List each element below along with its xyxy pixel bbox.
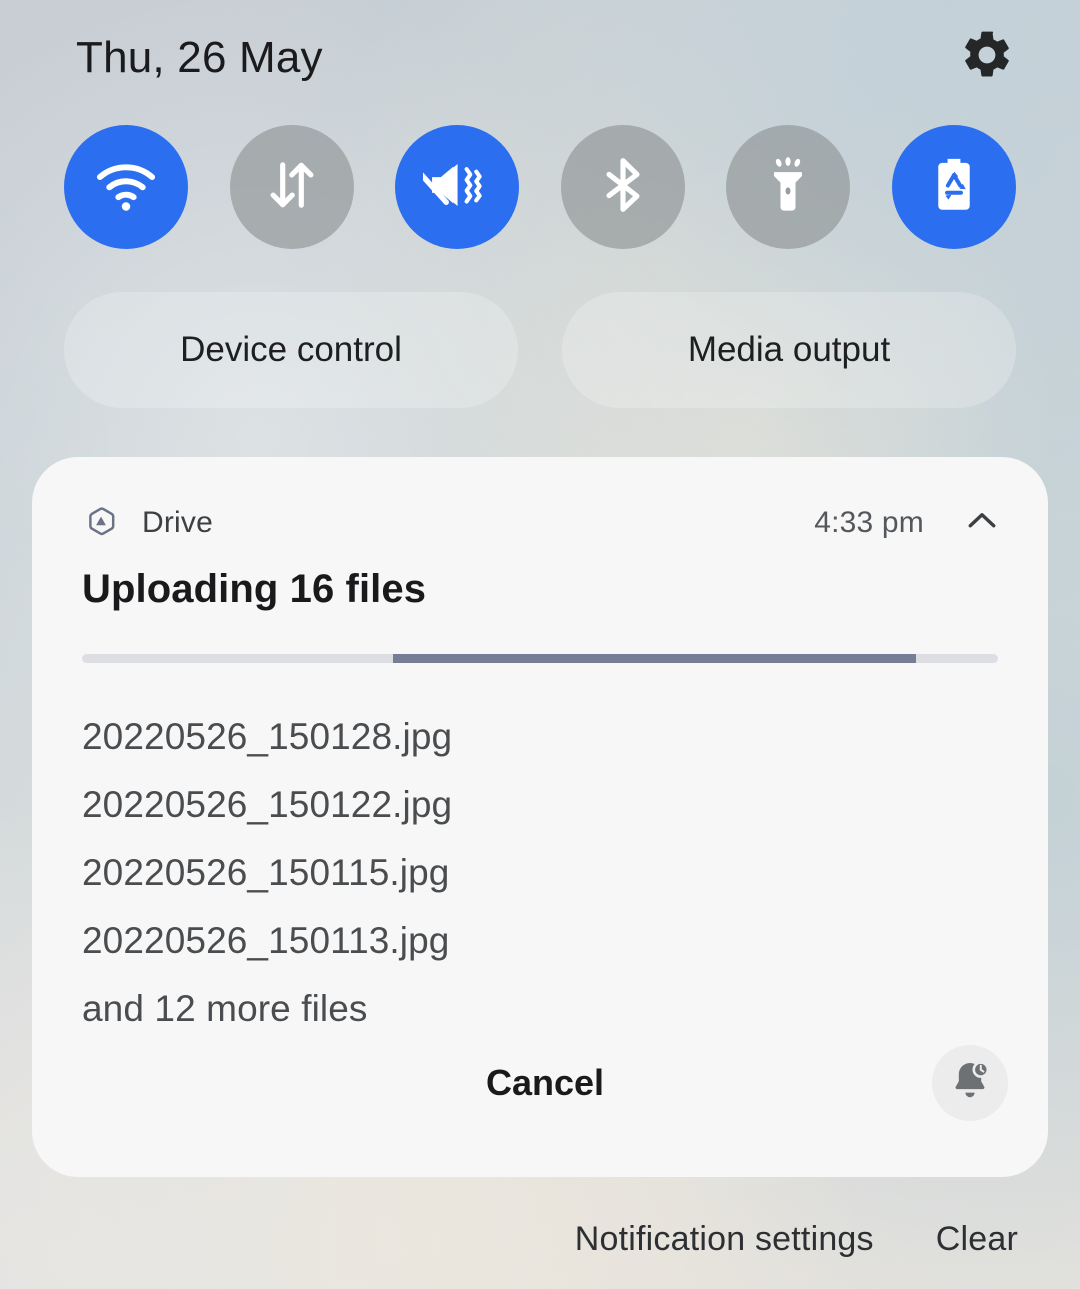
clear-all-button[interactable]: Clear <box>936 1220 1018 1259</box>
quick-settings-toggles <box>0 122 1080 252</box>
mute-vibrate-icon <box>415 151 491 224</box>
notification-app-name: Drive <box>142 506 214 539</box>
snooze-button[interactable] <box>932 1045 1008 1121</box>
media-output-label: Media output <box>687 330 891 369</box>
status-header: Thu, 26 May <box>0 0 1080 115</box>
collapse-button[interactable] <box>956 497 1008 549</box>
list-item: 20220526_150128.jpg <box>82 716 453 757</box>
date-label: Thu, 26 May <box>76 32 323 82</box>
notification-timestamp: 4:33 pm <box>814 506 924 539</box>
bluetooth-icon <box>592 154 654 221</box>
list-item: 20220526_150113.jpg <box>82 920 450 961</box>
notification-footer: Notification settings Clear <box>0 1189 1080 1289</box>
quick-toggle-sound-mode[interactable] <box>395 125 520 249</box>
settings-button[interactable] <box>956 27 1018 89</box>
notification-actions: Cancel <box>82 1045 1008 1121</box>
upload-progress-fill <box>393 654 916 663</box>
list-item: 20220526_150122.jpg <box>82 784 453 825</box>
quick-settings-pills: Device control Media output <box>0 292 1080 408</box>
cancel-button[interactable]: Cancel <box>82 1062 1008 1104</box>
device-control-button[interactable]: Device control <box>64 292 518 408</box>
notification-card[interactable]: Drive 4:33 pm Uploading 16 files 2022052… <box>32 457 1048 1177</box>
upload-progress-bar <box>82 654 998 663</box>
list-item: 20220526_150115.jpg <box>82 852 450 893</box>
device-control-label: Device control <box>180 330 402 369</box>
quick-toggle-flashlight[interactable] <box>726 125 851 249</box>
quick-toggle-bluetooth[interactable] <box>560 125 685 249</box>
notification-title: Uploading 16 files <box>82 567 427 611</box>
bell-clock-icon <box>946 1057 994 1110</box>
notification-header: Drive 4:33 pm <box>82 501 1008 545</box>
wifi-icon <box>92 151 160 224</box>
uploading-file-list: 20220526_150128.jpg 20220526_150122.jpg … <box>82 703 1008 1043</box>
quick-toggle-power-saving[interactable] <box>891 125 1016 249</box>
notification-settings-button[interactable]: Notification settings <box>575 1220 874 1259</box>
data-arrows-icon <box>261 154 323 221</box>
battery-saver-icon <box>922 153 986 222</box>
gear-icon <box>959 27 1015 88</box>
chevron-up-icon <box>960 499 1004 548</box>
quick-toggle-mobile-data[interactable] <box>229 125 354 249</box>
quick-toggle-wifi[interactable] <box>64 125 188 249</box>
drive-icon <box>82 504 120 542</box>
more-files-label: and 12 more files <box>82 988 368 1029</box>
flashlight-icon <box>757 154 819 221</box>
media-output-button[interactable]: Media output <box>562 292 1016 408</box>
